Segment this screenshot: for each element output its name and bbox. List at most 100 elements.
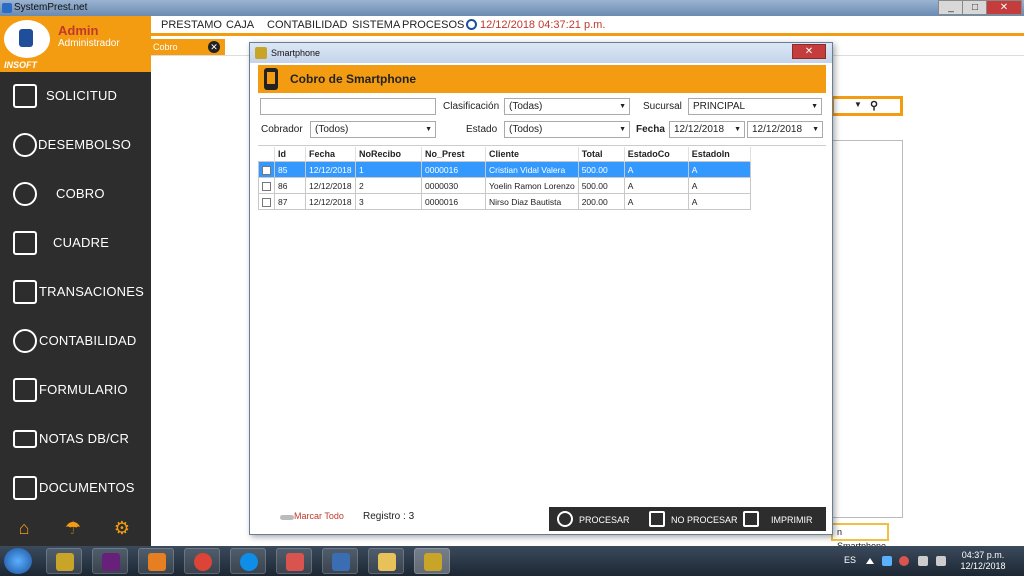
- app-icon: [2, 3, 12, 13]
- taskbar-app-chrome[interactable]: [184, 548, 220, 574]
- imprimir-button[interactable]: IMPRIMIR: [743, 507, 823, 531]
- close-icon[interactable]: ✕: [208, 41, 220, 53]
- clock-display[interactable]: 04:37 p.m. 12/12/2018: [958, 550, 1008, 572]
- column-header-estadoco[interactable]: EstadoCo: [624, 147, 689, 162]
- menu-caja[interactable]: CAJA: [226, 19, 254, 31]
- cobrador-select[interactable]: (Todos) ▼: [310, 121, 436, 138]
- row-checkbox[interactable]: [262, 181, 271, 191]
- row-checkbox[interactable]: [262, 165, 271, 175]
- taskbar-app-visual-studio[interactable]: [92, 548, 128, 574]
- dialog-title: Smartphone: [271, 48, 321, 58]
- sidebar-item-label: DESEMBOLSO: [38, 137, 132, 152]
- cobrador-label: Cobrador: [261, 124, 303, 135]
- start-button[interactable]: [4, 548, 32, 574]
- sidebar-item-documentos[interactable]: DOCUMENTOS: [0, 468, 151, 508]
- smartphone-dialog: Smartphone ✕ Cobro de Smartphone Clasifi…: [249, 42, 833, 535]
- column-header-fecha[interactable]: Fecha: [305, 147, 356, 162]
- sidebar-item-notas[interactable]: NOTAS DB/CR: [0, 419, 151, 459]
- cell-fecha: 12/12/2018: [305, 161, 356, 178]
- notification-app-icon[interactable]: [899, 556, 909, 566]
- cell-estadoin: A: [687, 193, 751, 210]
- column-header-total[interactable]: Total: [578, 147, 625, 162]
- taskbar-app-tools[interactable]: [46, 548, 82, 574]
- column-header-norecibo[interactable]: NoRecibo: [355, 147, 422, 162]
- check-circle-icon: [557, 511, 573, 527]
- background-search-field[interactable]: ▼ ⚲: [831, 96, 903, 116]
- network-icon[interactable]: [918, 556, 928, 566]
- clasificacion-select[interactable]: (Todas) ▼: [504, 98, 630, 115]
- row-checkbox-cell: [258, 193, 275, 210]
- menu-contabilidad[interactable]: CONTABILIDAD: [267, 19, 347, 31]
- estado-select[interactable]: (Todos) ▼: [504, 121, 630, 138]
- user-name: Admin: [58, 23, 99, 38]
- accounting-icon: [13, 329, 37, 353]
- network-app-icon[interactable]: [882, 556, 892, 566]
- no-procesar-button[interactable]: NO PROCESAR: [647, 507, 739, 531]
- cobro-table: Id Fecha NoRecibo No_Prest Cliente Total…: [258, 147, 751, 210]
- volume-icon[interactable]: [936, 556, 946, 566]
- fecha-label: Fecha: [636, 124, 665, 135]
- taskbar-app-media[interactable]: [138, 548, 174, 574]
- chevron-down-icon: ▼: [812, 126, 819, 133]
- sucursal-select[interactable]: PRINCIPAL ▼: [688, 98, 822, 115]
- sidebar-item-cobro[interactable]: COBRO: [0, 174, 151, 214]
- taskbar-app-installer[interactable]: [322, 548, 358, 574]
- sidebar-item-transaciones[interactable]: TRANSACIONES: [0, 272, 151, 312]
- cell-id: 85: [274, 161, 306, 178]
- column-header-cliente[interactable]: Cliente: [485, 147, 579, 162]
- dialog-close-button[interactable]: ✕: [792, 44, 826, 59]
- sidebar-item-desembolso[interactable]: DESEMBOLSO: [0, 125, 151, 165]
- tab-label: Cobro: [153, 42, 178, 52]
- marcar-todo-toggle[interactable]: [280, 515, 294, 520]
- column-header-noprest[interactable]: No_Prest: [421, 147, 486, 162]
- umbrella-icon[interactable]: ☂: [63, 518, 83, 538]
- taskbar: ES 04:37 p.m. 12/12/2018: [0, 546, 1024, 576]
- document-icon: [13, 84, 37, 108]
- media-player-icon: [148, 553, 166, 571]
- search-input[interactable]: [260, 98, 436, 115]
- table-row[interactable]: 86 12/12/2018 2 0000030 Yoelin Ramon Lor…: [258, 177, 751, 194]
- background-smartphone-button[interactable]: n Smartphone: [831, 523, 889, 551]
- marcar-todo-link[interactable]: Marcar Todo: [294, 511, 344, 521]
- home-icon[interactable]: ⌂: [14, 518, 34, 538]
- close-button[interactable]: ✕: [986, 0, 1022, 15]
- sidebar-item-label: NOTAS DB/CR: [39, 431, 130, 446]
- sidebar-item-formulario[interactable]: FORMULARIO: [0, 370, 151, 410]
- table-row[interactable]: 87 12/12/2018 3 0000016 Nirso Diaz Bauti…: [258, 193, 751, 210]
- minimize-button[interactable]: _: [938, 0, 964, 15]
- procesar-button[interactable]: PROCESAR: [555, 507, 635, 531]
- cell-cliente: Yoelin Ramon Lorenzo: [485, 177, 579, 194]
- language-indicator[interactable]: ES: [844, 555, 856, 565]
- procesar-label: PROCESAR: [579, 515, 630, 525]
- row-checkbox[interactable]: [262, 197, 271, 207]
- column-header-estadoin[interactable]: EstadoIn: [688, 147, 751, 162]
- taskbar-app-red[interactable]: [276, 548, 312, 574]
- sidebar-item-solicitud[interactable]: SOLICITUD: [0, 76, 151, 116]
- show-hidden-icons-icon[interactable]: [866, 558, 874, 564]
- search-icon[interactable]: ⚲: [870, 99, 878, 112]
- column-header-id[interactable]: Id: [274, 147, 306, 162]
- menu-prestamo[interactable]: PRESTAMO: [161, 19, 222, 31]
- gear-icon[interactable]: ⚙: [112, 518, 132, 538]
- tab-cobro[interactable]: Cobro ✕: [151, 39, 225, 55]
- visual-studio-icon: [102, 553, 120, 571]
- cell-fecha: 12/12/2018: [305, 193, 356, 210]
- maximize-button[interactable]: □: [962, 0, 988, 15]
- sucursal-value: PRINCIPAL: [693, 101, 746, 112]
- fecha-to-picker[interactable]: 12/12/2018 ▼: [747, 121, 823, 138]
- menu-procesos[interactable]: PROCESOS: [402, 19, 464, 31]
- taskbar-app-teamviewer[interactable]: [230, 548, 266, 574]
- fecha-from-picker[interactable]: 12/12/2018 ▼: [669, 121, 745, 138]
- cell-norecibo: 1: [355, 161, 422, 178]
- sidebar-item-cuadre[interactable]: CUADRE: [0, 223, 151, 263]
- menu-sistema[interactable]: SISTEMA: [352, 19, 400, 31]
- taskbar-time: 04:37 p.m.: [961, 550, 1005, 560]
- taskbar-app-explorer[interactable]: [368, 548, 404, 574]
- table-row[interactable]: 85 12/12/2018 1 0000016 Cristian Vidal V…: [258, 161, 751, 178]
- sidebar-item-contabilidad[interactable]: CONTABILIDAD: [0, 321, 151, 361]
- systemprest-icon: [424, 553, 442, 571]
- sidebar: Admin Administrador INSOFT SOLICITUD DES…: [0, 16, 151, 546]
- taskbar-app-systemprest[interactable]: [414, 548, 450, 574]
- chevron-down-icon: ▼: [854, 100, 862, 109]
- cell-norecibo: 2: [355, 177, 422, 194]
